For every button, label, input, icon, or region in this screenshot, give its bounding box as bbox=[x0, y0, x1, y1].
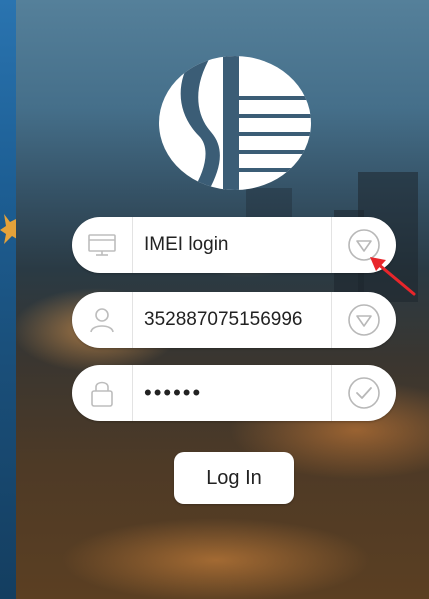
imei-value: 352887075156996 bbox=[144, 309, 303, 330]
dropdown-triangle-icon[interactable] bbox=[332, 292, 396, 348]
password-field[interactable]: •••••• bbox=[72, 365, 396, 421]
monitor-icon bbox=[72, 217, 132, 273]
password-value: •••••• bbox=[144, 380, 203, 405]
login-button[interactable]: Log In bbox=[174, 452, 294, 504]
left-desktop-strip bbox=[0, 0, 16, 599]
user-icon bbox=[72, 292, 132, 348]
field-divider bbox=[132, 365, 133, 421]
field-divider bbox=[132, 217, 133, 273]
check-circle-icon[interactable] bbox=[332, 365, 396, 421]
lock-icon bbox=[72, 365, 132, 421]
annotation-arrow-icon bbox=[370, 257, 416, 296]
app-logo-icon bbox=[159, 56, 311, 190]
login-type-selector[interactable]: IMEI login bbox=[72, 217, 396, 273]
field-divider bbox=[132, 292, 133, 348]
login-type-value: IMEI login bbox=[144, 234, 229, 255]
imei-field[interactable]: 352887075156996 bbox=[72, 292, 396, 348]
